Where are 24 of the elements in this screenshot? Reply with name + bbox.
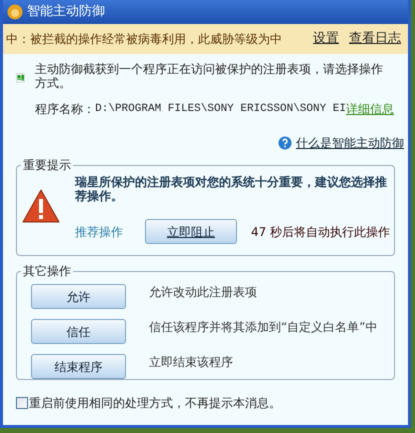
checkbox[interactable] bbox=[16, 397, 28, 409]
threat-message: 中：被拦截的操作经常被病毒利用，此威胁等级为中 bbox=[6, 31, 283, 48]
window-title: 智能主动防御 bbox=[27, 3, 105, 22]
action-description: 立即结束该程序 bbox=[149, 354, 233, 370]
header-link[interactable]: 设置 bbox=[313, 29, 339, 49]
program-path: D:\PROGRAM FILES\SONY ERICSSON\SONY EI bbox=[95, 102, 346, 117]
action-button[interactable]: 允许 bbox=[31, 284, 126, 309]
group-title: 重要提示 bbox=[22, 157, 72, 174]
info-message: 主动防御截获到一个程序正在访问被保护的注册表项，请选择操作方式。 bbox=[35, 62, 384, 90]
help-link[interactable]: 什么是智能主动防御 bbox=[296, 134, 404, 152]
checkbox-label: 重启前使用相同的处理方式，不再提示本消息。 bbox=[29, 395, 281, 412]
program-label: 程序名称： bbox=[35, 101, 96, 118]
action-button[interactable]: 结束程序 bbox=[31, 354, 126, 379]
block-button[interactable]: 立即阻止 bbox=[145, 219, 237, 244]
warning-message: 瑞星所保护的注册表项对您的系统十分重要，建议您选择推荐操作。 bbox=[75, 175, 388, 203]
header-link[interactable]: 查看日志 bbox=[349, 29, 401, 49]
action-description: 信任该程序并将其添加到“自定义白名单”中 bbox=[149, 318, 378, 336]
group-title: 其它操作 bbox=[22, 263, 72, 280]
recommend-label: 推荐操作 bbox=[75, 224, 124, 240]
details-link[interactable]: 详细信息 bbox=[346, 100, 394, 118]
action-description: 允许改动此注册表项 bbox=[149, 284, 257, 300]
countdown-text: 47 秒后将自动执行此操作 bbox=[251, 224, 390, 240]
action-button[interactable]: 信任 bbox=[31, 319, 126, 344]
help-icon bbox=[278, 136, 292, 150]
